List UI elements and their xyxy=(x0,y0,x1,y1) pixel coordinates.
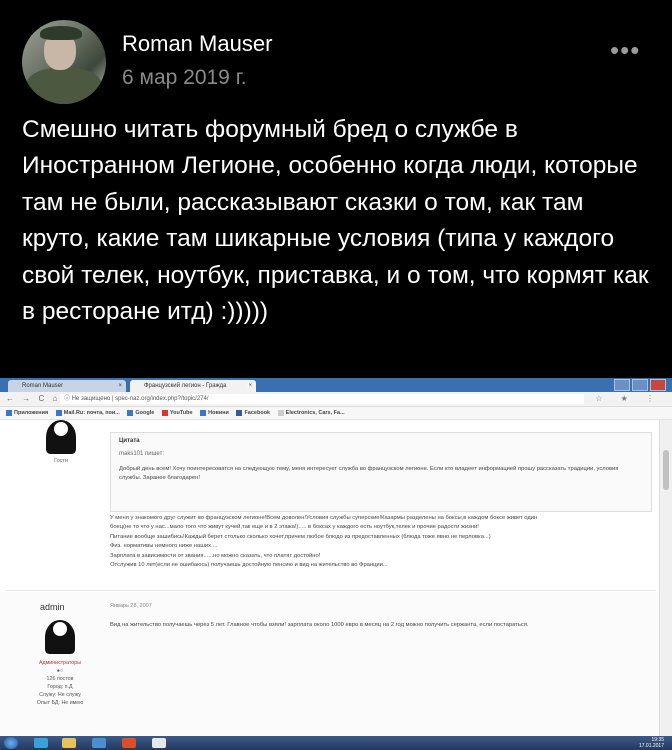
post-text: Смешно читать форумный бред о службе в И… xyxy=(22,116,649,326)
window-controls xyxy=(612,379,666,391)
admin-posts: 126 постов xyxy=(46,676,74,682)
forum-page: Гости Цитата maks101 пишет: Добрый день … xyxy=(0,420,660,742)
minimize-icon xyxy=(614,379,630,391)
author-name[interactable]: Roman Mauser xyxy=(122,31,272,57)
clock-date: 17.01.2017 xyxy=(638,743,664,749)
quote-author: maks101 пишет: xyxy=(119,451,164,457)
guest-label: Гости xyxy=(54,458,69,464)
quote-title: Цитата xyxy=(119,438,140,444)
news-icon xyxy=(200,409,207,416)
second-post-text: Вид на жительство получаешь через 5 лет.… xyxy=(110,622,529,628)
second-post-date: Январь 28, 2007 xyxy=(110,603,152,609)
message-line: Зарплата в зависимости от звания......но… xyxy=(110,552,321,559)
ie-icon xyxy=(34,738,48,748)
address-bar-icons: ☆ ★ ⋮ xyxy=(595,394,662,403)
address-bar: ← → C ⌂ ⓘ Не защищено | spec-naz.org/ind… xyxy=(0,392,672,407)
admin-role: Администраторы xyxy=(38,660,82,666)
tab-close-icon: × xyxy=(118,383,122,389)
close-window-icon xyxy=(650,379,666,391)
post-date[interactable]: 6 мар 2019 г. xyxy=(122,66,247,90)
admin-rank: ●○ xyxy=(56,668,64,674)
message-line: Физ. нормативы немного ниже наших.... xyxy=(110,543,218,550)
bookmark-item: Google xyxy=(127,409,154,416)
bookmark-item: Mail.Ru: почта, пои... xyxy=(55,409,120,416)
windows-taskbar: 19:35 17.01.2017 xyxy=(0,736,672,750)
quote-block: Цитата maks101 пишет: Добрый день всем! … xyxy=(110,432,652,512)
message-line: Отслужив 10 лет(если не ошибаюсь) получа… xyxy=(110,562,388,569)
browser-tab-bar: Roman Mauser × Французский легион - Граж… xyxy=(0,378,672,392)
post-divider xyxy=(6,590,656,591)
browser-tab: Roman Mauser × xyxy=(8,380,126,392)
tab-label: Французский легион - Гражда xyxy=(144,383,227,389)
page-icon xyxy=(277,409,284,416)
new-tab-icon: + xyxy=(246,381,252,391)
mail-icon xyxy=(55,409,62,416)
facebook-icon xyxy=(236,409,243,416)
media-icon xyxy=(122,738,136,748)
admin-name: admin xyxy=(40,602,65,612)
start-icon xyxy=(4,737,18,749)
browser-tab-active: Французский легион - Гражда × xyxy=(130,380,256,392)
admin-experience: Опыт БД: Не имею xyxy=(36,700,84,706)
bookmark-item: Новини xyxy=(200,409,229,416)
quote-text: Добрый день всем! Хочу поинтересоватся н… xyxy=(119,466,619,481)
bookmark-item: YouTube xyxy=(161,409,193,416)
embedded-screenshot[interactable]: Roman Mauser × Французский легион - Граж… xyxy=(0,378,672,750)
bookmark-item: Electronics, Cars, Fa... xyxy=(277,409,345,416)
url-field: ⓘ Не защищено | spec-naz.org/index.php?/… xyxy=(60,394,584,404)
admin-service: Служу: Не служу xyxy=(39,692,81,698)
taskbar-app-icon xyxy=(92,738,106,748)
bookmark-item: Facebook xyxy=(236,409,270,416)
more-options-icon[interactable]: ••• xyxy=(610,35,640,66)
maximize-icon xyxy=(632,379,648,391)
post-header: Roman Mauser 6 мар 2019 г. ••• xyxy=(0,0,672,110)
forum-message: У меня у знакомого друг служит во францу… xyxy=(110,514,650,570)
admin-city: Город: п.Д xyxy=(47,684,73,690)
author-avatar[interactable] xyxy=(22,20,106,104)
page-scrollbar xyxy=(659,420,672,742)
explorer-icon xyxy=(62,738,76,748)
taskbar-clock: 19:35 17.01.2017 xyxy=(639,737,664,749)
message-line: боец(не то что у нас...мало того что жив… xyxy=(110,524,479,531)
scrollbar-thumb xyxy=(663,450,669,490)
google-icon xyxy=(127,409,134,416)
guest-avatar xyxy=(46,420,76,454)
youtube-icon xyxy=(161,409,168,416)
second-post xyxy=(0,592,660,742)
avatar-body xyxy=(26,68,102,104)
chrome-icon xyxy=(152,738,166,748)
tab-label: Roman Mauser xyxy=(22,383,64,389)
message-line: Питание вообще зашибись!Каждый берет сто… xyxy=(110,533,491,540)
apps-icon xyxy=(6,409,12,416)
bookmark-item: Приложения xyxy=(6,409,48,416)
admin-avatar xyxy=(45,620,75,654)
bookmarks-bar: Приложения Mail.Ru: почта, пои... Google… xyxy=(0,407,672,420)
nav-buttons: ← → C ⌂ xyxy=(6,394,61,403)
avatar-beret xyxy=(40,26,82,40)
message-line: У меня у знакомого друг служит во францу… xyxy=(110,515,538,521)
